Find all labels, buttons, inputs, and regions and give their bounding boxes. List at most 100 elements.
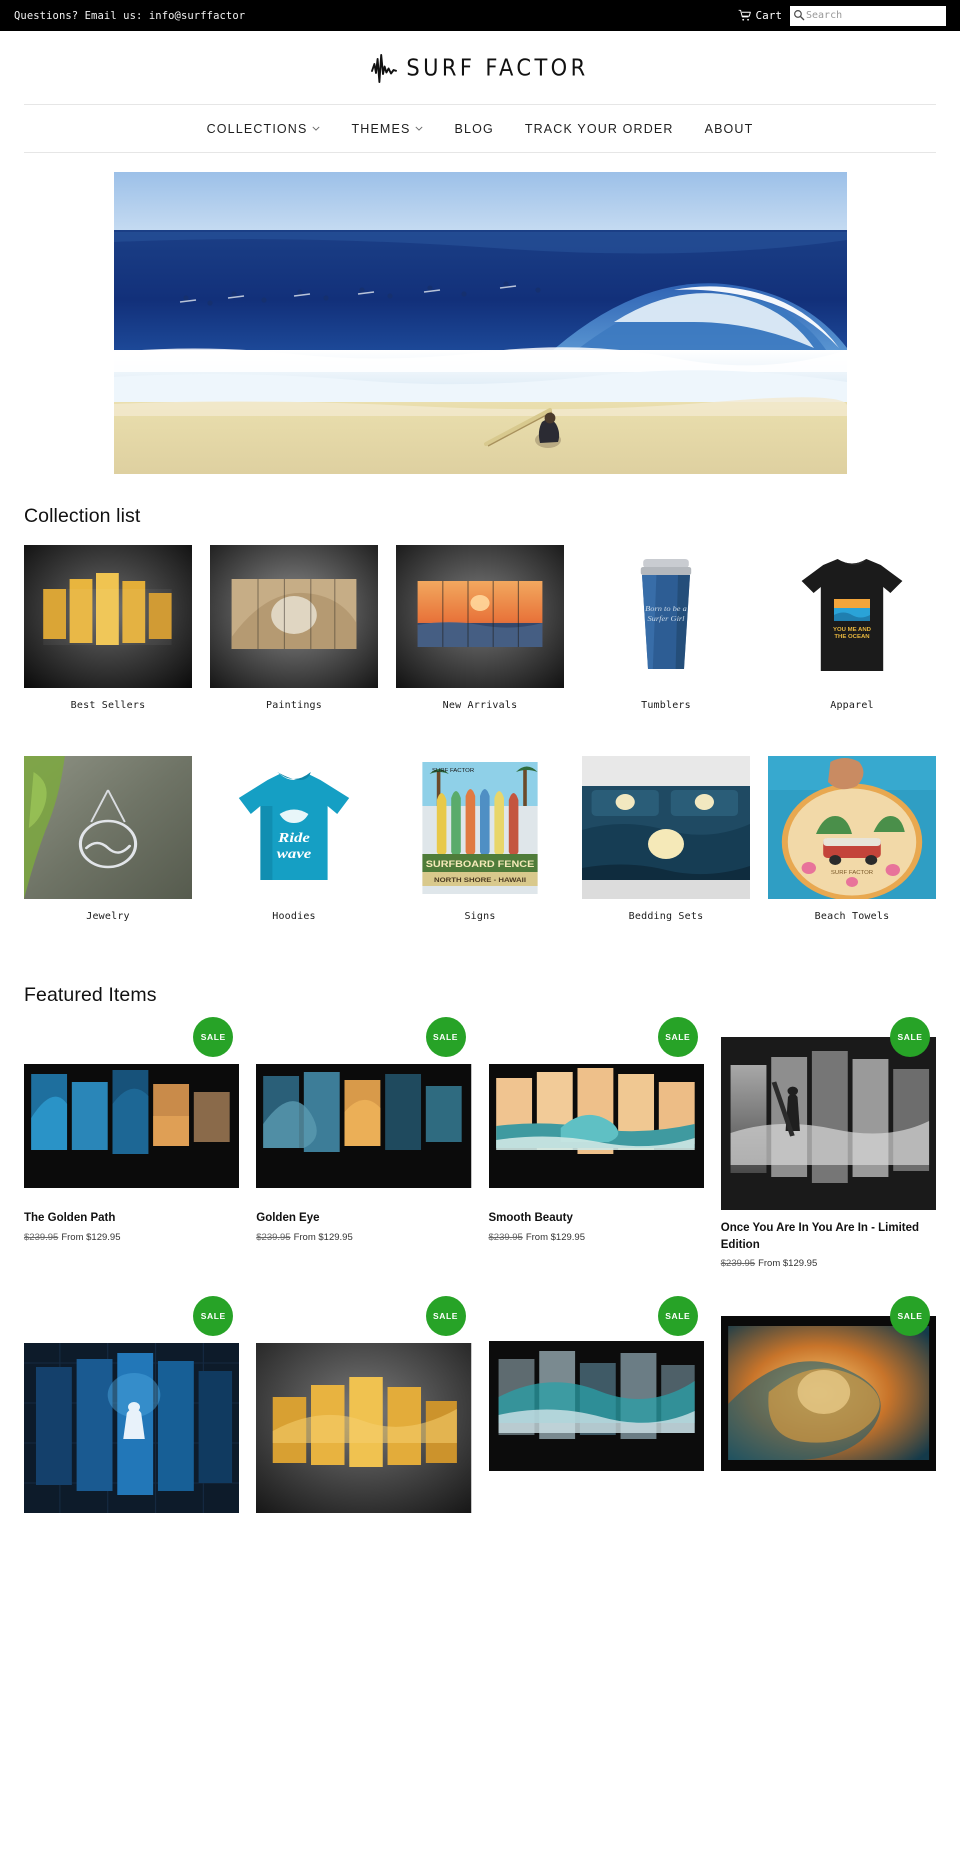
nav-label: ABOUT [704, 121, 754, 136]
product-card-row2-4[interactable]: SALE [720, 1296, 936, 1513]
product-image-row2-4 [720, 1316, 936, 1472]
collection-card-apparel[interactable]: YOU ME AND THE OCEAN Apparel [768, 545, 936, 711]
featured-row-2: SALE SALE SALE SALE [24, 1296, 936, 1514]
product-title: Golden Eye [256, 1212, 320, 1224]
product-current-price: From $129.95 [525, 1231, 585, 1243]
product-image-smooth-beauty [488, 1064, 704, 1188]
collection-label: Signs [464, 911, 496, 922]
logo-text: SURF FACTOR [406, 54, 589, 81]
collection-list-section: Collection list Best Sellers Paintings N… [0, 505, 960, 922]
product-title: Smooth Beauty [488, 1212, 573, 1224]
featured-items-title: Featured Items [24, 984, 157, 1006]
product-was-price: $239.95 [256, 1231, 291, 1243]
wave-pulse-icon [371, 53, 398, 83]
collection-label: Paintings [266, 700, 322, 711]
collection-card-new-arrivals[interactable]: New Arrivals [396, 545, 564, 711]
collection-label: Tumblers [641, 700, 691, 711]
nav-item-collections[interactable]: COLLECTIONS [207, 122, 321, 136]
logo-bar: SURF FACTOR [0, 31, 960, 104]
collection-image-new-arrivals [396, 545, 564, 688]
product-was-price: $239.95 [24, 1231, 59, 1243]
collection-image-beach-towels: SURF FACTOR [768, 756, 936, 899]
collection-row-1: Best Sellers Paintings New Arrivals Born… [24, 545, 936, 711]
collection-card-hoodies[interactable]: Ride wave Hoodies [210, 756, 378, 922]
featured-items-section: Featured Items SALE The Golden Path $239… [0, 984, 960, 1514]
collection-label: Hoodies [272, 911, 316, 922]
collection-image-apparel: YOU ME AND THE OCEAN [768, 545, 936, 688]
nav-label: BLOG [454, 121, 494, 136]
svg-text:Surfer Girl: Surfer Girl [647, 615, 684, 623]
nav-label: COLLECTIONS [206, 121, 308, 136]
product-was-price: $239.95 [488, 1231, 523, 1243]
collection-card-beach-towels[interactable]: SURF FACTOR Beach Towels [768, 756, 936, 922]
svg-text:Ride: Ride [277, 830, 310, 845]
collection-image-hoodies: Ride wave [210, 756, 378, 899]
product-card-smooth-beauty[interactable]: SALE Smooth Beauty $239.95 From $129.95 [488, 1017, 704, 1269]
svg-text:THE OCEAN: THE OCEAN [834, 634, 869, 639]
product-card-row2-1[interactable]: SALE [24, 1296, 240, 1514]
chevron-down-icon [312, 126, 320, 131]
featured-row-1: SALE The Golden Path $239.95 From $129.95 [24, 1017, 936, 1269]
chevron-down-icon [415, 126, 423, 131]
sale-badge: SALE [193, 1296, 234, 1337]
product-image-once-you-are-in [720, 1037, 936, 1210]
search-box[interactable] [790, 5, 946, 26]
nav-item-about[interactable]: ABOUT [705, 122, 754, 136]
sale-badge: SALE [657, 1017, 698, 1057]
product-card-golden-eye[interactable]: SALE Golden Eye $239.95 From $129.95 [256, 1017, 472, 1269]
nav-list: COLLECTIONS THEMES BLOG TRACK YOUR ORDER… [207, 122, 754, 136]
topbar-actions: Cart [738, 5, 946, 26]
nav-label: THEMES [351, 121, 411, 136]
product-price: $239.95 From $129.95 [24, 1232, 239, 1243]
svg-text:NORTH SHORE - HAWAII: NORTH SHORE - HAWAII [434, 877, 526, 884]
svg-text:SURF FACTOR: SURF FACTOR [831, 870, 873, 875]
svg-text:wave: wave [277, 846, 312, 861]
collection-label: Beach Towels [814, 911, 890, 922]
sale-badge: SALE [890, 1017, 930, 1057]
cart-label: Cart [755, 9, 783, 22]
nav-label: TRACK YOUR ORDER [524, 121, 674, 136]
product-image-golden-eye [256, 1064, 472, 1188]
nav-item-track-your-order[interactable]: TRACK YOUR ORDER [525, 122, 674, 136]
sale-badge: SALE [657, 1296, 698, 1337]
product-title: The Golden Path [24, 1212, 116, 1224]
search-icon [794, 9, 805, 20]
collection-image-jewelry [24, 756, 192, 899]
collection-row-2: Jewelry Ride wave Hoodies SURFBOARD FENC… [24, 756, 936, 922]
collection-label: Best Sellers [70, 700, 146, 711]
collection-card-best-sellers[interactable]: Best Sellers [24, 545, 192, 711]
product-image-row2-3 [488, 1341, 704, 1472]
product-image-the-golden-path [24, 1064, 240, 1188]
collection-card-signs[interactable]: SURFBOARD FENCE NORTH SHORE - HAWAII SUR… [396, 756, 564, 922]
collection-image-bedding-sets [582, 756, 750, 899]
nav-item-blog[interactable]: BLOG [454, 122, 493, 136]
collection-label: Bedding Sets [628, 911, 704, 922]
hero-image [113, 172, 847, 474]
hero-banner[interactable] [113, 172, 847, 474]
product-card-the-golden-path[interactable]: SALE The Golden Path $239.95 From $129.95 [24, 1017, 240, 1269]
product-card-once-you-are-in[interactable]: SALE Once You Are In You Are In - Limite… [720, 1017, 936, 1270]
top-utility-bar: Questions? Email us: info@surffactor Car… [0, 0, 960, 31]
collection-card-tumblers[interactable]: Born to be a Surfer Girl Tumblers [582, 545, 750, 711]
product-image-row2-1 [24, 1343, 240, 1514]
collection-list-title: Collection list [24, 505, 141, 527]
product-price: $239.95 From $129.95 [256, 1232, 471, 1243]
product-title: Once You Are In You Are In - Limited Edi… [720, 1222, 920, 1251]
sale-badge: SALE [425, 1296, 466, 1337]
product-card-row2-3[interactable]: SALE [488, 1296, 704, 1513]
collection-image-paintings [210, 545, 378, 688]
collection-card-jewelry[interactable]: Jewelry [24, 756, 192, 922]
cart-link[interactable]: Cart [738, 9, 783, 22]
product-card-row2-2[interactable]: SALE [256, 1296, 472, 1514]
collection-label: Apparel [830, 700, 874, 711]
contact-email-text: Questions? Email us: info@surffactor [14, 9, 246, 22]
search-input[interactable] [806, 5, 946, 26]
product-was-price: $239.95 [720, 1258, 756, 1270]
nav-item-themes[interactable]: THEMES [351, 122, 423, 136]
site-logo[interactable]: SURF FACTOR [371, 53, 588, 83]
sale-badge: SALE [425, 1017, 466, 1057]
collection-card-bedding-sets[interactable]: Bedding Sets [582, 756, 750, 922]
collection-card-paintings[interactable]: Paintings [210, 545, 378, 711]
product-current-price: From $129.95 [293, 1231, 353, 1243]
collection-image-tumblers: Born to be a Surfer Girl [582, 545, 750, 688]
